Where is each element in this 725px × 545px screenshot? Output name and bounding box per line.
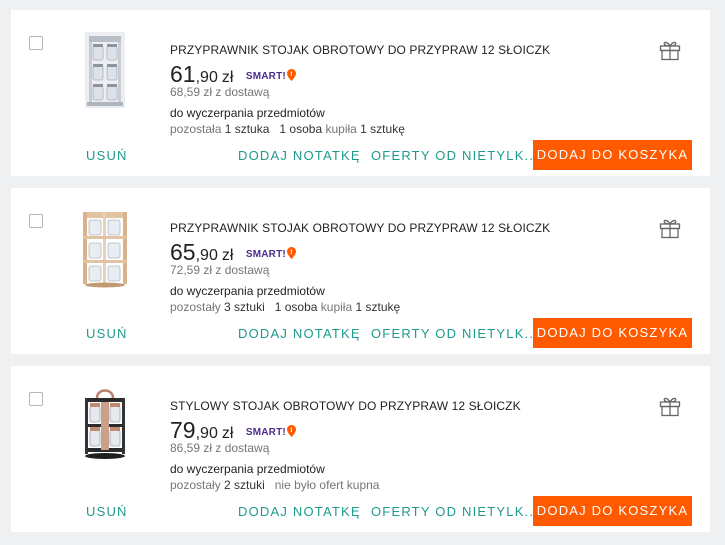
product-title-link[interactable]: PRZYPRAWNIK STOJAK OBROTOWY DO PRZYPRAW … bbox=[170, 221, 550, 235]
product-title-link[interactable]: PRZYPRAWNIK STOJAK OBROTOWY DO PRZYPRAW … bbox=[170, 43, 550, 57]
availability-text: do wyczerpania przedmiotów bbox=[170, 284, 325, 298]
stock-info: pozostały 2 sztuki nie było ofert kupna bbox=[170, 478, 380, 492]
delivery-price: 86,59 zł z dostawą bbox=[170, 441, 270, 455]
price-integer: 61 bbox=[170, 61, 196, 87]
remove-button[interactable]: USUŃ bbox=[86, 326, 128, 341]
product-image-bamboo-spice-rack[interactable] bbox=[67, 208, 143, 288]
stock-info: pozostała 1 sztuka 1 osoba kupiła 1 sztuk… bbox=[170, 122, 405, 136]
gift-icon[interactable] bbox=[659, 39, 681, 61]
smart-badge: SMART!! bbox=[246, 425, 296, 438]
remove-button[interactable]: USUŃ bbox=[86, 148, 128, 163]
delivery-price: 72,59 zł z dostawą bbox=[170, 263, 270, 277]
svg-text:!: ! bbox=[290, 71, 293, 78]
smart-pin-icon: ! bbox=[286, 425, 296, 437]
price: 61,90 zł SMART!! bbox=[170, 61, 296, 87]
gift-icon[interactable] bbox=[659, 395, 681, 417]
cart-item: PRZYPRAWNIK STOJAK OBROTOWY DO PRZYPRAW … bbox=[11, 10, 710, 176]
price: 79,90 zł SMART!! bbox=[170, 417, 296, 443]
price: 65,90 zł SMART!! bbox=[170, 239, 296, 265]
add-note-button[interactable]: DODAJ NOTATKĘ bbox=[238, 504, 361, 519]
add-to-cart-button[interactable]: DODAJ DO KOSZYKA bbox=[533, 140, 692, 170]
smart-badge: SMART!! bbox=[246, 247, 296, 260]
cart-item: PRZYPRAWNIK STOJAK OBROTOWY DO PRZYPRAW … bbox=[11, 188, 710, 354]
other-offers-button[interactable]: OFERTY OD NIETYLK... bbox=[371, 504, 539, 519]
price-decimal: ,90 bbox=[195, 69, 218, 86]
add-to-cart-button[interactable]: DODAJ DO KOSZYKA bbox=[533, 496, 692, 526]
price-currency: zł bbox=[221, 247, 234, 264]
availability-text: do wyczerpania przedmiotów bbox=[170, 462, 325, 476]
gift-icon[interactable] bbox=[659, 217, 681, 239]
select-item-checkbox[interactable] bbox=[29, 214, 43, 228]
add-note-button[interactable]: DODAJ NOTATKĘ bbox=[238, 326, 361, 341]
other-offers-button[interactable]: OFERTY OD NIETYLK... bbox=[371, 326, 539, 341]
other-offers-button[interactable]: OFERTY OD NIETYLK... bbox=[371, 148, 539, 163]
availability-text: do wyczerpania przedmiotów bbox=[170, 106, 325, 120]
price-integer: 79 bbox=[170, 417, 196, 443]
price-decimal: ,90 bbox=[195, 247, 218, 264]
select-item-checkbox[interactable] bbox=[29, 36, 43, 50]
add-to-cart-button[interactable]: DODAJ DO KOSZYKA bbox=[533, 318, 692, 348]
price-currency: zł bbox=[221, 425, 234, 442]
cart-item: STYLOWY STOJAK OBROTOWY DO PRZYPRAW 12 S… bbox=[11, 366, 710, 532]
stock-info: pozostały 3 sztuki 1 osoba kupiła 1 sztuk… bbox=[170, 300, 401, 314]
remove-button[interactable]: USUŃ bbox=[86, 504, 128, 519]
svg-text:!: ! bbox=[290, 427, 293, 434]
smart-pin-icon: ! bbox=[286, 69, 296, 81]
delivery-price: 68,59 zł z dostawą bbox=[170, 85, 270, 99]
price-integer: 65 bbox=[170, 239, 196, 265]
product-image-black-copper-spice-rack[interactable] bbox=[67, 386, 143, 466]
product-title-link[interactable]: STYLOWY STOJAK OBROTOWY DO PRZYPRAW 12 S… bbox=[170, 399, 521, 413]
select-item-checkbox[interactable] bbox=[29, 392, 43, 406]
product-image-silver-spice-rack[interactable] bbox=[67, 30, 143, 110]
smart-badge: SMART!! bbox=[246, 69, 296, 82]
svg-text:!: ! bbox=[290, 249, 293, 256]
price-currency: zł bbox=[221, 69, 234, 86]
add-note-button[interactable]: DODAJ NOTATKĘ bbox=[238, 148, 361, 163]
price-decimal: ,90 bbox=[195, 425, 218, 442]
smart-pin-icon: ! bbox=[286, 247, 296, 259]
